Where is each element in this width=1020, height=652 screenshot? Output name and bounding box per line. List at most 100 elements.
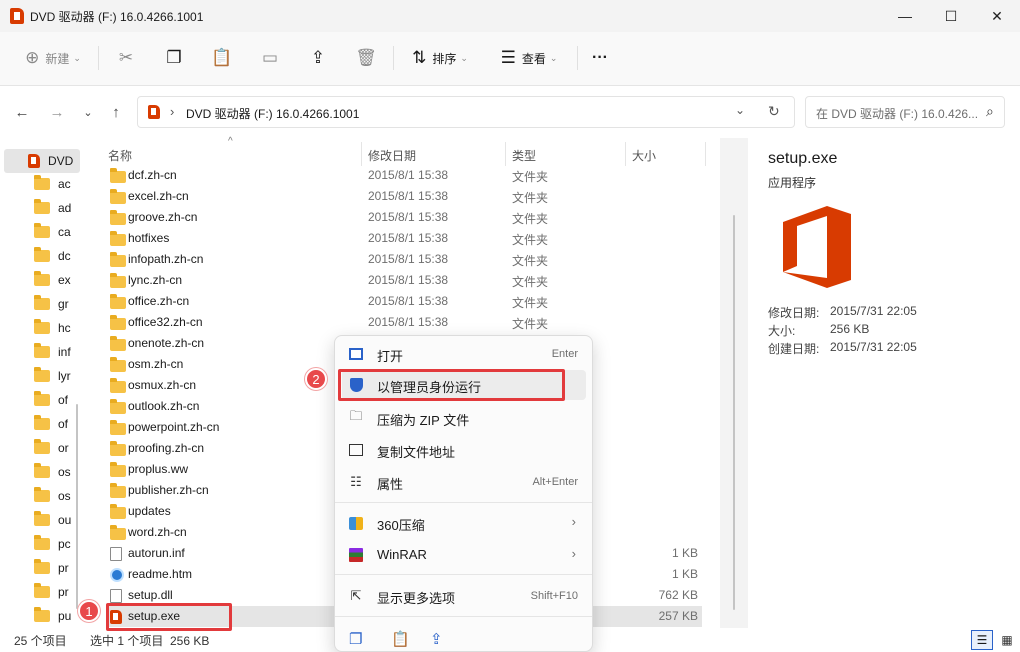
file-name: word.zh-cn [128, 525, 187, 539]
menu-item-label: 360压缩 [377, 518, 425, 533]
toolbar-divider [577, 46, 578, 70]
nav-item-dvd[interactable]: DVD [4, 149, 80, 173]
nav-item-folder[interactable]: pr [4, 556, 80, 580]
menu-item-label: 显示更多选项 [377, 591, 456, 606]
nav-item-folder[interactable]: pc [4, 532, 80, 556]
folder-icon [34, 223, 50, 238]
folder-icon [110, 357, 126, 372]
nav-item-folder[interactable]: gr [4, 292, 80, 316]
chevron-down-icon: ⌄ [460, 52, 468, 63]
paste-button[interactable]: 📋 [208, 42, 236, 74]
nav-item-folder[interactable]: os [4, 484, 80, 508]
menu-item-more-options[interactable]: ⇱ 显示更多选项 Shift+F10 [342, 581, 586, 611]
address-bar[interactable]: › DVD 驱动器 (F:) 16.0.4266.1001 ⌄ ↻ [137, 96, 795, 128]
nav-item-folder[interactable]: of [4, 388, 80, 412]
sort-icon: ⇅ [412, 48, 427, 67]
breadcrumb-path[interactable]: DVD 驱动器 (F:) 16.0.4266.1001 [186, 105, 359, 122]
maximize-button[interactable]: ☐ [928, 0, 974, 32]
file-row[interactable]: excel.zh-cn 2015/8/1 15:38 文件夹 [106, 186, 702, 207]
nav-item-label: ex [58, 273, 71, 287]
menu-share-icon[interactable]: ⇪ [430, 630, 443, 648]
file-name: office32.zh-cn [128, 315, 203, 329]
nav-scrollbar[interactable] [76, 404, 78, 609]
nav-item-label: or [58, 441, 69, 455]
cut-button[interactable]: ✂ [112, 42, 140, 74]
folder-icon [34, 343, 50, 358]
file-row[interactable]: groove.zh-cn 2015/8/1 15:38 文件夹 [106, 207, 702, 228]
setup-exe-highlight [106, 603, 232, 631]
menu-paste-icon[interactable]: 📋 [391, 630, 410, 648]
folder-icon [34, 511, 50, 526]
details-view-toggle-icon[interactable]: ☰ [971, 630, 993, 650]
file-row[interactable]: dcf.zh-cn 2015/8/1 15:38 文件夹 [106, 165, 702, 186]
folder-icon [34, 415, 50, 430]
folder-icon [34, 607, 50, 622]
folder-icon [34, 319, 50, 334]
nav-item-folder[interactable]: inf [4, 340, 80, 364]
file-type: 文件夹 [512, 191, 549, 205]
nav-item-folder[interactable]: or [4, 436, 80, 460]
nav-item-folder[interactable]: of [4, 412, 80, 436]
new-label: 新建 [45, 51, 70, 66]
details-size-label: 大小: [768, 324, 796, 338]
nav-item-folder[interactable]: ca [4, 220, 80, 244]
rename-button[interactable]: ▭ [256, 42, 284, 74]
recent-chevron-icon[interactable]: ⌄ [76, 100, 100, 124]
column-divider[interactable] [705, 142, 706, 166]
column-header-size[interactable]: 大小 [632, 147, 656, 164]
open-icon [348, 346, 364, 362]
nav-item-label: ac [58, 177, 71, 191]
vertical-scrollbar[interactable] [733, 215, 735, 610]
file-row[interactable]: lync.zh-cn 2015/8/1 15:38 文件夹 [106, 270, 702, 291]
share-button[interactable]: ⇪ [304, 42, 332, 74]
file-row[interactable]: office.zh-cn 2015/8/1 15:38 文件夹 [106, 291, 702, 312]
column-header-type[interactable]: 类型 [512, 147, 536, 164]
view-button[interactable]: ☰ 查看 ⌄ [494, 42, 564, 74]
menu-item-open[interactable]: 打开 Enter [342, 339, 586, 369]
back-arrow-icon[interactable]: ← [10, 100, 34, 124]
file-name: office.zh-cn [128, 294, 190, 308]
file-row[interactable]: hotfixes 2015/8/1 15:38 文件夹 [106, 228, 702, 249]
search-input[interactable]: 在 DVD 驱动器 (F:) 16.0.426... ⌕ [805, 96, 1005, 128]
close-button[interactable]: ✕ [974, 0, 1020, 32]
menu-item-winrar[interactable]: WinRAR › [342, 540, 586, 570]
menu-item-360-compress[interactable]: 360压缩 › [342, 508, 586, 538]
column-divider[interactable] [625, 142, 626, 166]
file-row[interactable]: infopath.zh-cn 2015/8/1 15:38 文件夹 [106, 249, 702, 270]
search-placeholder: 在 DVD 驱动器 (F:) 16.0.426... [816, 107, 979, 121]
details-size-value: 256 KB [830, 322, 870, 336]
nav-item-folder[interactable]: lyr [4, 364, 80, 388]
menu-item-compress-zip[interactable]: 🗀 压缩为 ZIP 文件 [342, 403, 586, 433]
forward-arrow-icon[interactable]: → [45, 100, 69, 124]
refresh-icon[interactable]: ↻ [768, 103, 780, 120]
nav-item-folder[interactable]: ad [4, 196, 80, 220]
menu-item-properties[interactable]: ☷ 属性 Alt+Enter [342, 467, 586, 497]
menu-item-label: 属性 [377, 477, 404, 492]
nav-item-folder[interactable]: ac [4, 172, 80, 196]
menu-item-copy-path[interactable]: 复制文件地址 [342, 435, 586, 465]
column-divider[interactable] [361, 142, 362, 166]
new-button[interactable]: ⊕ 新建 ⌄ [18, 42, 88, 74]
up-arrow-icon[interactable]: ↑ [104, 100, 128, 124]
minimize-button[interactable]: — [882, 0, 928, 32]
nav-item-folder[interactable]: ex [4, 268, 80, 292]
nav-item-folder[interactable]: ou [4, 508, 80, 532]
menu-copy-icon[interactable]: ❐ [349, 630, 362, 648]
tiles-view-toggle-icon[interactable]: ▦ [997, 630, 1017, 650]
file-name: autorun.inf [128, 546, 185, 560]
column-header-date[interactable]: 修改日期 [368, 147, 416, 164]
delete-button[interactable]: 🗑 [352, 42, 380, 74]
column-header-name[interactable]: 名称 [108, 147, 132, 164]
file-row[interactable]: office32.zh-cn 2015/8/1 15:38 文件夹 [106, 312, 702, 333]
more-button[interactable]: ··· [586, 42, 614, 74]
nav-item-folder[interactable]: hc [4, 316, 80, 340]
nav-item-folder[interactable]: pu [4, 604, 80, 628]
nav-item-folder[interactable]: dc [4, 244, 80, 268]
sort-button[interactable]: ⇅ 排序 ⌄ [405, 42, 475, 74]
column-divider[interactable] [505, 142, 506, 166]
nav-item-folder[interactable]: os [4, 460, 80, 484]
copy-button[interactable]: ❐ [160, 42, 188, 74]
address-dropdown-icon[interactable]: ⌄ [735, 103, 745, 117]
file-name: outlook.zh-cn [128, 399, 200, 413]
nav-item-folder[interactable]: pr [4, 580, 80, 604]
